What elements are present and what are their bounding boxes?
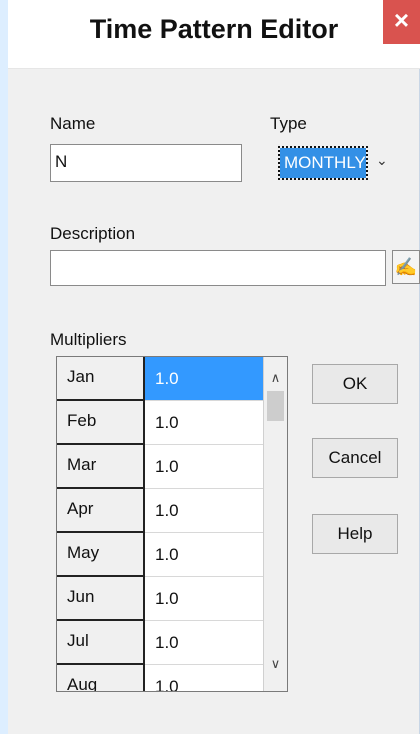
table-row: Jul 1.0	[57, 621, 263, 665]
month-cell: Mar	[57, 445, 145, 489]
description-label: Description	[50, 224, 136, 243]
close-button[interactable]: ×	[383, 0, 420, 44]
scroll-down-icon[interactable]: ∨	[264, 653, 287, 675]
help-button[interactable]: Help	[312, 514, 398, 554]
table-row: Aug 1.0	[57, 665, 263, 691]
type-label: Type	[270, 114, 307, 133]
multipliers-grid: Jan 1.0 Feb 1.0 Mar 1.0 Apr 1.0 May 1.0 …	[56, 356, 288, 692]
type-select[interactable]: MONTHLY ⌄	[276, 144, 400, 184]
scroll-up-icon[interactable]: ∧	[264, 367, 287, 389]
time-pattern-editor-window: Time Pattern Editor × Name N Type MONTHL…	[0, 0, 420, 734]
name-label: Name	[50, 114, 96, 133]
grid-scrollbar[interactable]: ∧ ∨	[263, 357, 287, 691]
month-cell: Feb	[57, 401, 145, 445]
multiplier-value-cell[interactable]: 1.0	[145, 357, 263, 401]
multiplier-value-cell[interactable]: 1.0	[145, 489, 263, 533]
table-row: Mar 1.0	[57, 445, 263, 489]
table-row: Jun 1.0	[57, 577, 263, 621]
table-row: Jan 1.0	[57, 357, 263, 401]
table-row: May 1.0	[57, 533, 263, 577]
multiplier-value-cell[interactable]: 1.0	[145, 533, 263, 577]
month-cell: May	[57, 533, 145, 577]
edit-description-button[interactable]: ✍	[392, 250, 420, 284]
multiplier-value-cell[interactable]: 1.0	[145, 401, 263, 445]
table-row: Feb 1.0	[57, 401, 263, 445]
hand-pencil-icon: ✍	[394, 257, 418, 277]
title-bar: Time Pattern Editor ×	[8, 0, 420, 69]
type-select-value: MONTHLY	[278, 146, 368, 180]
table-row: Apr 1.0	[57, 489, 263, 533]
name-field[interactable]: N	[50, 144, 242, 182]
multiplier-value-cell[interactable]: 1.0	[145, 621, 263, 665]
month-cell: Apr	[57, 489, 145, 533]
description-field[interactable]	[50, 250, 386, 286]
scroll-thumb[interactable]	[267, 391, 284, 421]
month-cell: Aug	[57, 665, 145, 691]
cancel-button[interactable]: Cancel	[312, 438, 398, 478]
month-cell: Jun	[57, 577, 145, 621]
window-title: Time Pattern Editor	[89, 14, 339, 44]
multiplier-value-cell[interactable]: 1.0	[145, 665, 263, 691]
ok-button[interactable]: OK	[312, 364, 398, 404]
multipliers-label: Multipliers	[50, 330, 127, 349]
chevron-down-icon: ⌄	[376, 152, 388, 168]
month-cell: Jul	[57, 621, 145, 665]
multiplier-value-cell[interactable]: 1.0	[145, 445, 263, 489]
multiplier-value-cell[interactable]: 1.0	[145, 577, 263, 621]
month-cell: Jan	[57, 357, 145, 401]
